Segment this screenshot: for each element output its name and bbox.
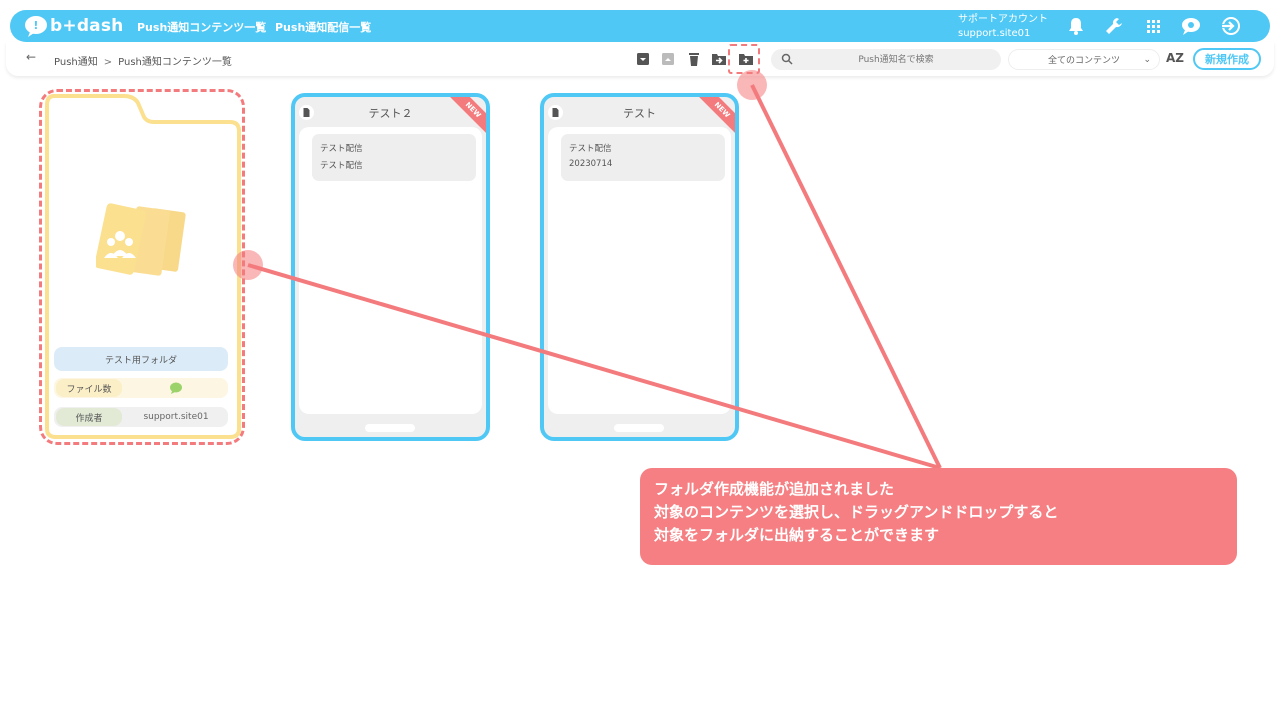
message-body: テスト配信 — [320, 161, 363, 171]
creator-value: support.site01 — [143, 412, 209, 422]
search-input[interactable] — [801, 51, 991, 68]
screen: ! b+dash Push通知コンテンツ一覧 Push通知配信一覧 サポートアカ… — [0, 0, 1280, 720]
creator-label: 作成者 — [56, 408, 122, 426]
breadcrumb: Push通知 > Push通知コンテンツ一覧 — [54, 53, 232, 68]
top-header: ! b+dash Push通知コンテンツ一覧 Push通知配信一覧 サポートアカ… — [10, 10, 1270, 42]
content-card[interactable]: テスト２ NEW テスト配信 テスト配信 — [291, 93, 490, 441]
account-info[interactable]: サポートアカウント support.site01 — [958, 13, 1048, 41]
folder-contents-icon — [96, 203, 186, 276]
breadcrumb-separator: > — [103, 57, 113, 68]
new-create-button[interactable]: 新規作成 — [1193, 48, 1261, 70]
chevron-down-icon: ⌄ — [1143, 55, 1151, 65]
content-filter-value: 全てのコンテンツ — [1047, 56, 1120, 66]
back-arrow-icon[interactable]: ← — [26, 50, 36, 64]
content-filter-select[interactable]: 全てのコンテンツ ⌄ — [1008, 49, 1160, 70]
file-count-bubble-icon — [170, 382, 182, 394]
new-folder-highlight-box — [728, 44, 760, 74]
folder-file-count-row: ファイル数 — [54, 378, 228, 398]
content-card[interactable]: テスト NEW テスト配信 20230714 — [540, 93, 739, 441]
unarchive-icon[interactable] — [660, 51, 676, 67]
phone-home-bar — [365, 424, 415, 432]
message-bubble: テスト配信 20230714 — [561, 134, 725, 181]
wrench-icon[interactable] — [1103, 16, 1125, 36]
svg-text:!: ! — [33, 19, 38, 32]
file-count-value — [126, 378, 226, 398]
phone-home-bar — [614, 424, 664, 432]
card-preview: テスト配信 テスト配信 — [299, 127, 482, 414]
trash-icon[interactable] — [686, 51, 702, 67]
message-bubble: テスト配信 テスト配信 — [312, 134, 476, 181]
logo-bubble-icon: ! — [25, 16, 47, 37]
callout-line: 対象のコンテンツを選択し、ドラッグアンドドロップすると — [654, 503, 1059, 521]
move-to-folder-icon[interactable] — [711, 51, 727, 67]
annotation-line-button — [750, 84, 942, 469]
card-title: テスト２ — [368, 107, 413, 120]
chat-bubble-icon[interactable] — [1180, 16, 1202, 36]
card-title: テスト — [623, 107, 656, 120]
search-icon — [781, 53, 793, 65]
file-count-label: ファイル数 — [56, 379, 122, 397]
nav-push-deliveries[interactable]: Push通知配信一覧 — [275, 19, 371, 35]
account-id: support.site01 — [958, 28, 1031, 39]
message-title: テスト配信 — [569, 144, 612, 154]
logo-text: b+dash — [50, 16, 124, 36]
nav-push-contents[interactable]: Push通知コンテンツ一覧 — [137, 19, 266, 35]
logo[interactable]: ! b+dash — [24, 14, 123, 38]
bell-icon[interactable] — [1065, 16, 1087, 36]
grid-apps-icon[interactable] — [1142, 16, 1164, 36]
breadcrumb-contents: Push通知コンテンツ一覧 — [118, 57, 232, 68]
card-preview: テスト配信 20230714 — [548, 127, 731, 414]
message-title: テスト配信 — [320, 144, 363, 154]
annotation-callout: フォルダ作成機能が追加されました 対象のコンテンツを選択し、ドラッグアンドドロッ… — [640, 468, 1237, 565]
callout-line: フォルダ作成機能が追加されました — [654, 480, 895, 498]
breadcrumb-push[interactable]: Push通知 — [54, 57, 98, 68]
folder-creator-row: 作成者 support.site01 — [54, 407, 228, 427]
archive-icon[interactable] — [635, 51, 651, 67]
sort-az-button[interactable]: AZ — [1166, 51, 1184, 65]
message-body: 20230714 — [569, 159, 613, 169]
account-label: サポートアカウント — [958, 14, 1048, 25]
toolbar: ← Push通知 > Push通知コンテンツ一覧 Push通知名で検索 全てのコ… — [6, 42, 1274, 76]
callout-line: 対象をフォルダに出納することができます — [654, 526, 940, 544]
folder-name: テスト用フォルダ — [54, 347, 228, 371]
logout-icon[interactable] — [1219, 16, 1241, 36]
